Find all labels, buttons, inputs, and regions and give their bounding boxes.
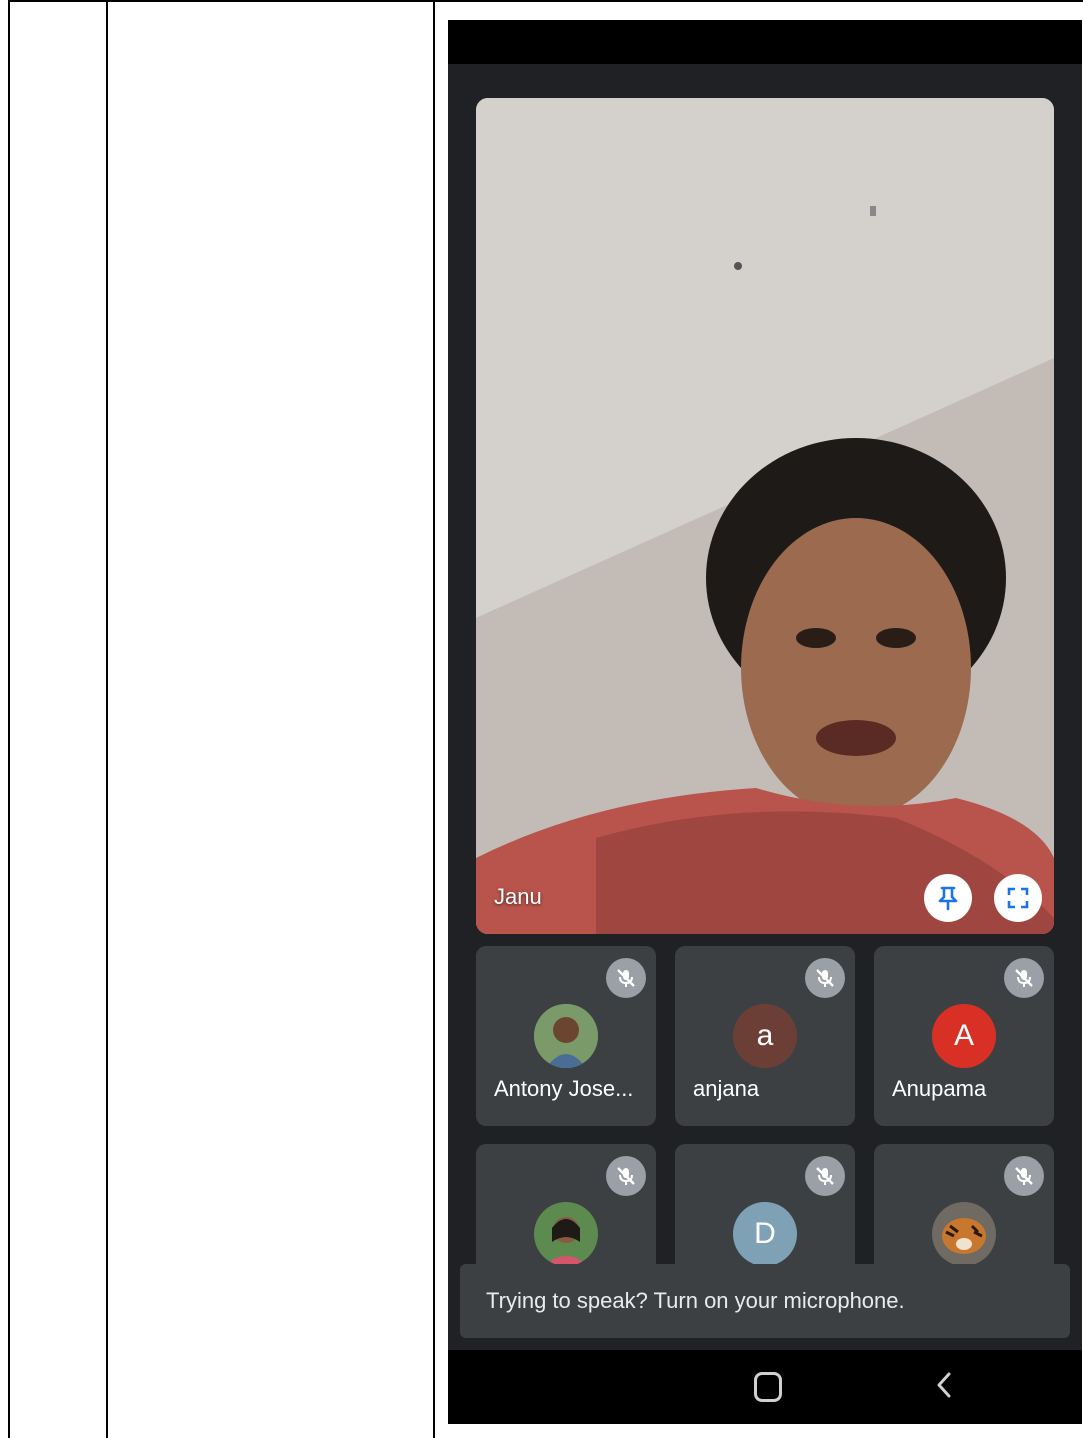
- status-bar: [448, 20, 1082, 64]
- main-participant-name: Janu: [494, 884, 542, 909]
- mic-off-icon: [606, 1156, 646, 1196]
- participant-tile[interactable]: a anjana: [675, 946, 855, 1126]
- avatar: [932, 1202, 996, 1266]
- phone-screenshot: Janu Antony Jose... a anjana A Anupama D…: [448, 20, 1082, 1424]
- mic-off-icon: [1004, 1156, 1044, 1196]
- participant-tile[interactable]: Antony Jose...: [476, 946, 656, 1126]
- avatar: [534, 1202, 598, 1266]
- mic-off-icon: [805, 958, 845, 998]
- avatar: a: [733, 1004, 797, 1068]
- microphone-toast[interactable]: Trying to speak? Turn on your microphone…: [460, 1264, 1070, 1338]
- back-icon[interactable]: [932, 1370, 956, 1400]
- participant-name: Antony Jose...: [494, 1076, 634, 1101]
- avatar: D: [733, 1202, 797, 1266]
- table-column-2: [106, 0, 434, 1438]
- pin-icon: [938, 886, 958, 911]
- pin-button[interactable]: [924, 874, 972, 922]
- participant-name: Anupama: [892, 1076, 987, 1101]
- navigation-bar: [448, 1350, 1082, 1424]
- fullscreen-button[interactable]: [994, 874, 1042, 922]
- avatar: [534, 1004, 598, 1068]
- mic-off-icon: [805, 1156, 845, 1196]
- avatar: A: [932, 1004, 996, 1068]
- fullscreen-icon: [1007, 887, 1029, 909]
- participant-name: anjana: [693, 1076, 760, 1101]
- mic-off-icon: [1004, 958, 1044, 998]
- mic-off-icon: [606, 958, 646, 998]
- table-column-1: [8, 0, 107, 1438]
- home-icon[interactable]: [754, 1372, 782, 1402]
- participant-tile[interactable]: A Anupama: [874, 946, 1054, 1126]
- main-video-tile[interactable]: Janu: [476, 98, 1054, 934]
- video-feed: [476, 98, 1054, 934]
